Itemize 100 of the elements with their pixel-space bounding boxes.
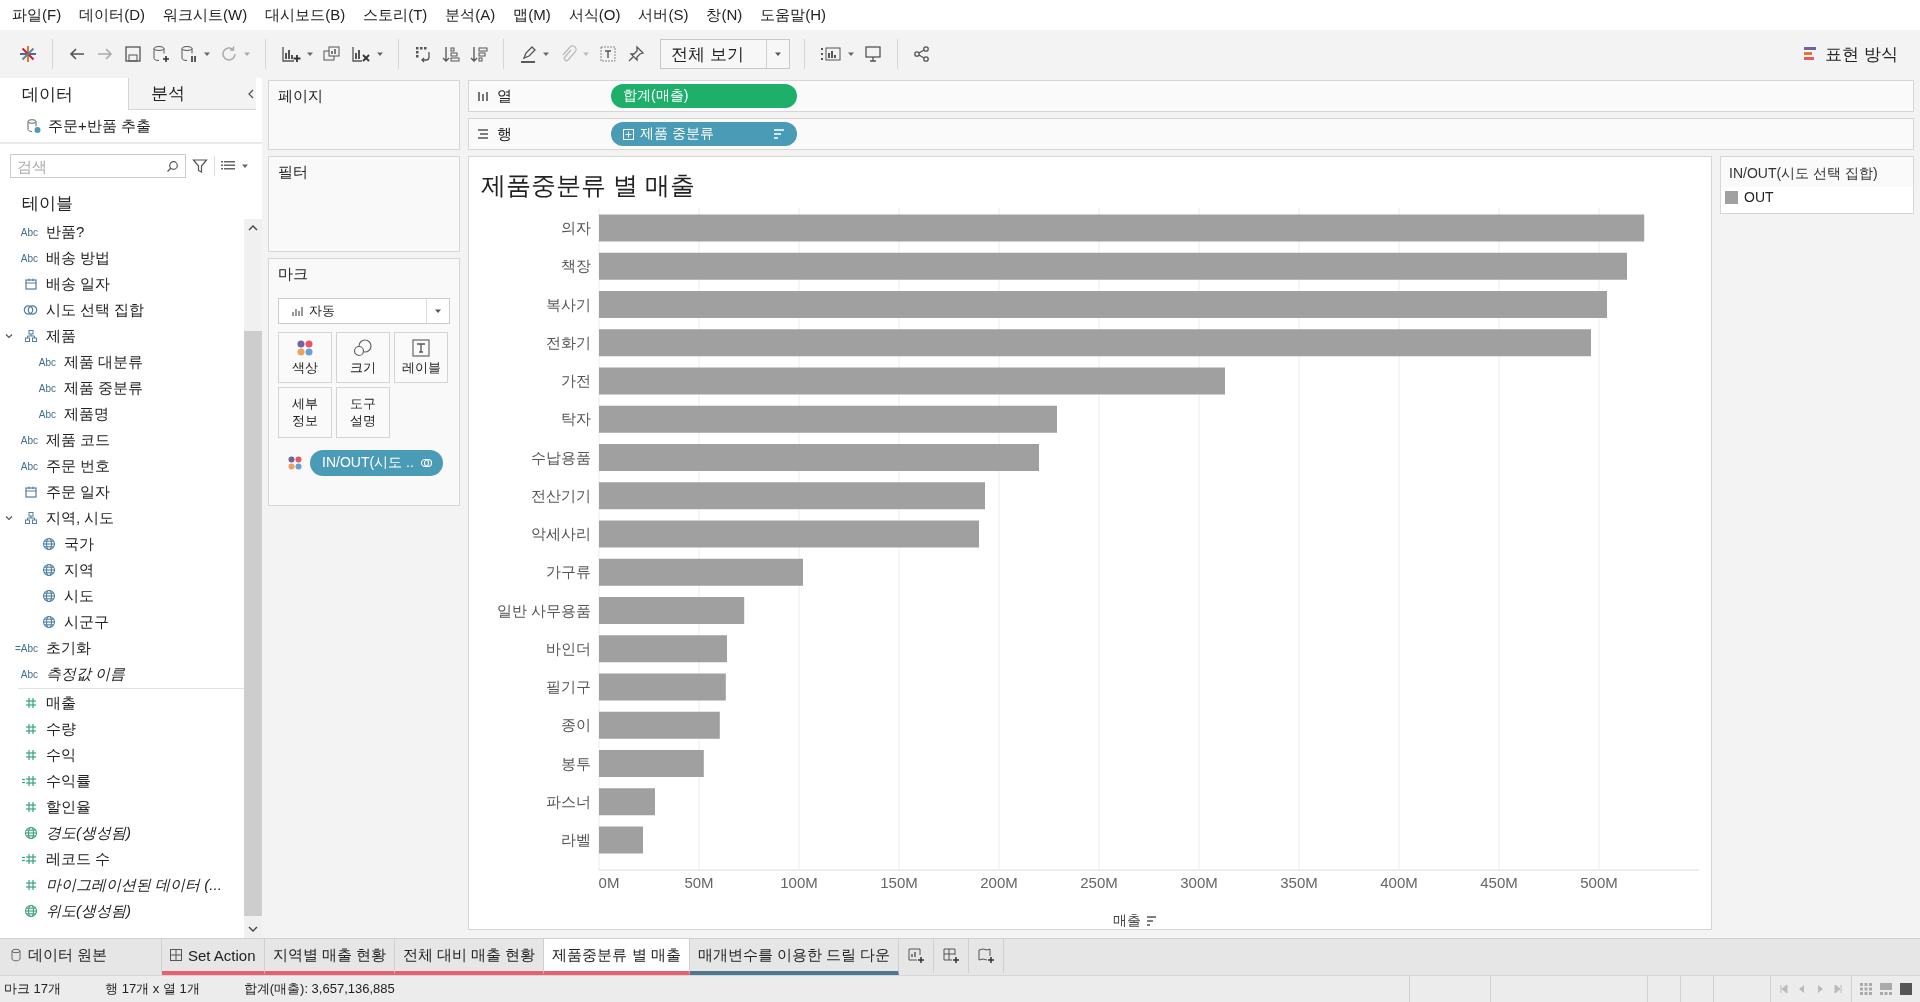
legend-label[interactable]: OUT: [1744, 189, 1774, 205]
menu-item[interactable]: 맵(M): [505, 2, 559, 28]
calculated-hash-icon: [22, 852, 38, 866]
caret-icon[interactable]: [203, 50, 211, 58]
list-view-icon[interactable]: [221, 160, 235, 172]
field-item[interactable]: 위도(생성됨): [46, 901, 131, 921]
field-item[interactable]: 수익률: [46, 771, 91, 791]
field-item[interactable]: 시도 선택 집합: [46, 300, 145, 320]
bar[interactable]: [599, 788, 655, 816]
field-item[interactable]: 초기화: [46, 638, 91, 658]
collapse-icon[interactable]: [246, 88, 256, 100]
scroll-down-icon[interactable]: [247, 924, 259, 934]
duplicate-icon[interactable]: [322, 44, 342, 64]
field-item[interactable]: 할인율: [46, 797, 91, 817]
sort-ascending-icon[interactable]: [441, 44, 461, 64]
show-me-button[interactable]: 표현 방식: [1795, 38, 1906, 70]
field-item[interactable]: 매출: [46, 693, 76, 713]
field-item[interactable]: 제품명: [64, 404, 109, 424]
card-title: 페이지: [278, 87, 323, 104]
color-dots-icon: [296, 338, 314, 357]
field-item[interactable]: 제품 대분류: [64, 352, 144, 372]
text-box-icon[interactable]: [598, 44, 618, 64]
clear-sheet-icon[interactable]: [350, 44, 372, 64]
refresh-icon[interactable]: [219, 44, 239, 64]
calendar-icon: [24, 485, 38, 499]
menu-item[interactable]: 파일(F): [4, 2, 70, 28]
sort-icon[interactable]: [1146, 916, 1157, 926]
field-item[interactable]: 시군구: [64, 612, 109, 632]
field-item[interactable]: 지역: [64, 560, 94, 580]
field-item[interactable]: 배송 방법: [46, 248, 111, 268]
mark-property-button[interactable]: 색상: [278, 332, 332, 383]
caret-icon[interactable]: [542, 50, 550, 58]
caret-icon[interactable]: [376, 50, 384, 58]
view-dropdown[interactable]: 전체 보기: [660, 39, 790, 69]
filter-icon[interactable]: [192, 158, 208, 174]
mark-property-button[interactable]: 크기: [336, 332, 390, 383]
scroll-up-icon[interactable]: [247, 223, 259, 233]
caret-icon[interactable]: [306, 50, 314, 58]
menu-item[interactable]: 서버(S): [630, 2, 697, 28]
field-item[interactable]: 경도(생성됨): [46, 823, 131, 843]
filmstrip-view-icon[interactable]: [1880, 983, 1892, 995]
field-item[interactable]: 측정값 이름: [46, 664, 126, 684]
caret-icon[interactable]: [241, 162, 249, 170]
caret-icon[interactable]: [847, 50, 855, 58]
field-item[interactable]: 수량: [46, 719, 76, 739]
grid-view-icon[interactable]: [1860, 983, 1872, 995]
field-item[interactable]: 마이그레이션된 데이터 (...: [46, 875, 222, 895]
sort-descending-icon[interactable]: [469, 44, 489, 64]
field-item[interactable]: 주문 번호: [46, 456, 111, 476]
field-item[interactable]: 배송 일자: [46, 274, 111, 294]
mark-property-button[interactable]: 도구 설명: [336, 387, 390, 438]
chevron-down-icon[interactable]: [4, 331, 14, 341]
expand-plus-icon[interactable]: [623, 128, 634, 140]
field-item[interactable]: 국가: [64, 534, 94, 554]
mark-property-button[interactable]: 레이블: [394, 332, 448, 383]
menu-item[interactable]: 도움말(H): [752, 2, 835, 28]
field-item[interactable]: 반품?: [46, 222, 85, 242]
pin-icon[interactable]: [626, 44, 646, 64]
menu-item[interactable]: 창(N): [698, 2, 751, 28]
save-icon[interactable]: [123, 44, 143, 64]
tick-label: 0M: [598, 874, 620, 891]
field-item[interactable]: 제품 코드: [46, 430, 111, 450]
menu-item[interactable]: 워크시트(W): [155, 2, 256, 28]
mark-type-dropdown[interactable]: 자동: [278, 298, 450, 324]
panel-tab[interactable]: 분석: [128, 78, 256, 110]
menu-item[interactable]: 스토리(T): [355, 2, 436, 28]
bar[interactable]: [599, 329, 1591, 357]
mark-property-button[interactable]: 세부 정보: [278, 387, 332, 438]
field-item[interactable]: 시도: [64, 586, 94, 606]
field-item[interactable]: 주문 일자: [46, 482, 111, 502]
bar[interactable]: [599, 635, 727, 663]
field-item[interactable]: 제품 중분류: [64, 378, 144, 398]
text-type-icon: Abc: [20, 434, 38, 446]
field-item[interactable]: 수익: [46, 745, 76, 765]
menu-item[interactable]: 대시보드(B): [257, 2, 354, 28]
bar[interactable]: [599, 482, 985, 510]
new-sheet-icon[interactable]: [280, 44, 302, 64]
bar[interactable]: [599, 252, 1627, 280]
scrollbar[interactable]: [244, 219, 262, 938]
field-item[interactable]: 레코드 수: [46, 849, 111, 869]
share-icon[interactable]: [912, 44, 932, 64]
datasource-name[interactable]: 주문+반품 추출: [48, 116, 151, 136]
swap-icon[interactable]: [413, 44, 433, 64]
field-item[interactable]: 제품: [46, 326, 76, 346]
menu-item[interactable]: 서식(O): [560, 2, 629, 28]
search-field[interactable]: 검색: [10, 154, 186, 178]
sheet-tab[interactable]: 제품중분류 별 매출: [544, 939, 690, 975]
field-item[interactable]: 지역, 시도: [46, 508, 115, 528]
logo-icon[interactable]: [18, 44, 38, 64]
menu-item[interactable]: 데이터(D): [71, 2, 153, 28]
bar[interactable]: [599, 405, 1057, 433]
highlighter-icon[interactable]: [518, 44, 538, 64]
menu-item[interactable]: 분석(A): [437, 2, 504, 28]
pause-datasource-icon[interactable]: [179, 44, 199, 64]
presentation-icon[interactable]: [863, 44, 883, 64]
chart-type-icon[interactable]: [819, 44, 843, 64]
bar[interactable]: [599, 558, 803, 586]
bar[interactable]: [599, 711, 720, 739]
add-datasource-icon[interactable]: [151, 44, 171, 64]
chevron-down-icon[interactable]: [4, 513, 14, 523]
